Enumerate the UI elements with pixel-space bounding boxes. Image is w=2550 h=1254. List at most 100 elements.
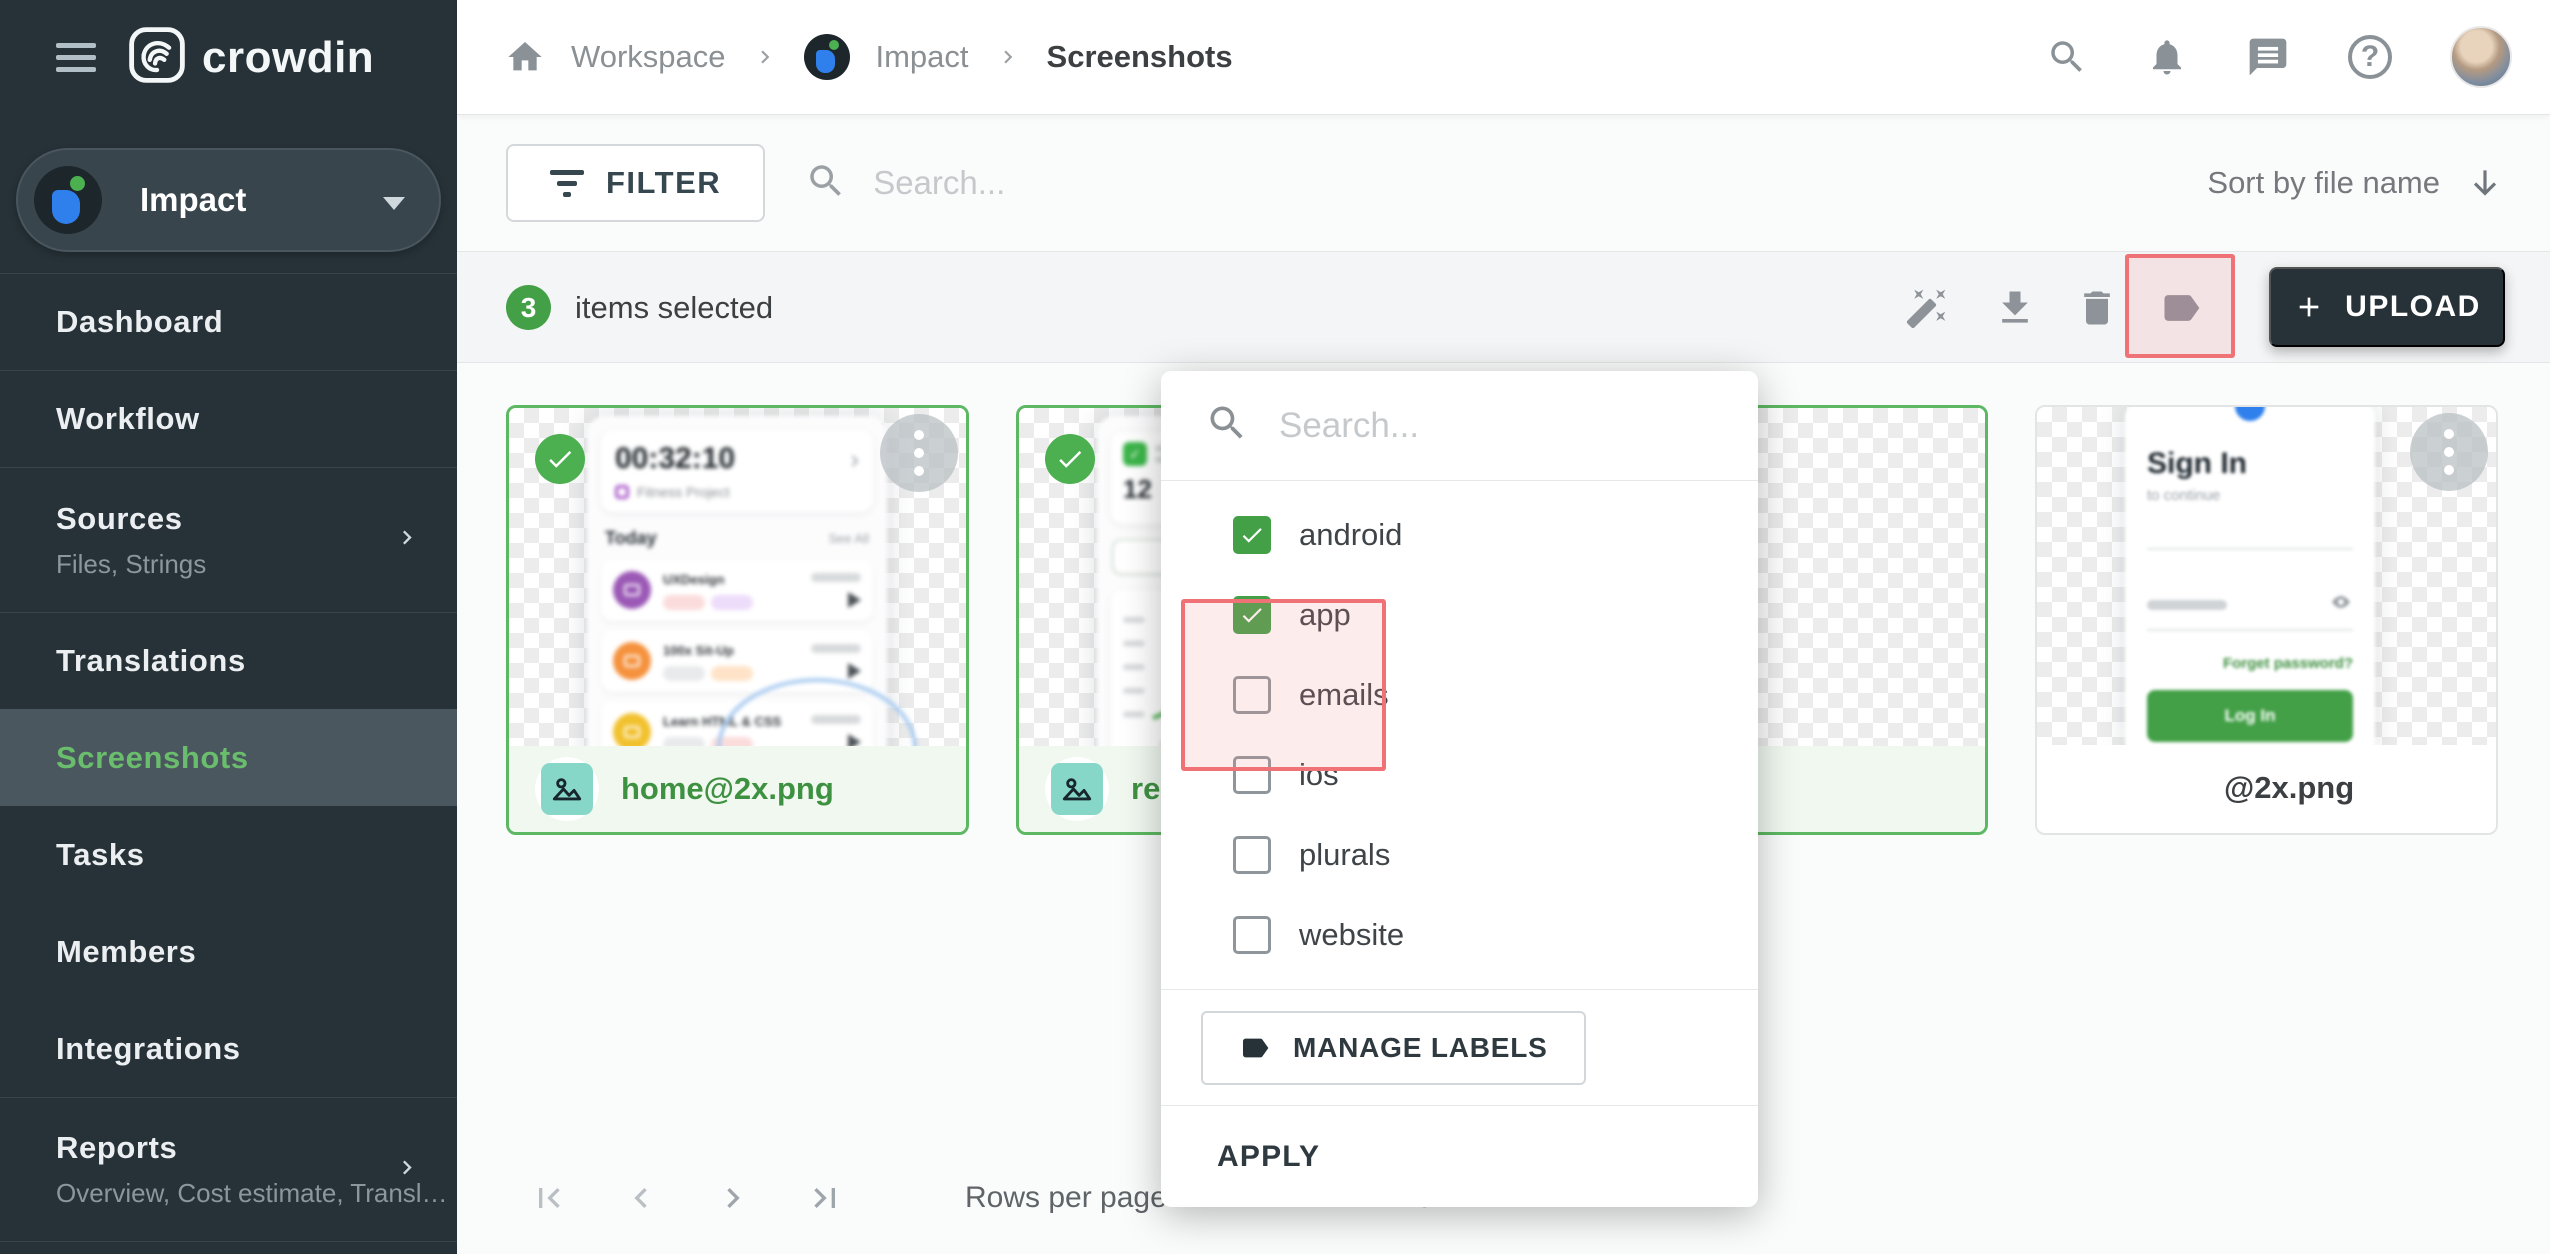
breadcrumb-project[interactable]: Impact: [876, 39, 969, 75]
crowdin-logo-text: crowdin: [202, 33, 374, 83]
card-footer: home@2x.png: [509, 746, 966, 832]
label-option-plurals[interactable]: plurals: [1161, 815, 1758, 895]
crowdin-logo[interactable]: crowdin: [128, 26, 374, 89]
chevron-right-icon: [995, 44, 1021, 70]
filter-button[interactable]: FILTER: [506, 144, 765, 222]
card-menu-icon[interactable]: [2410, 413, 2488, 491]
preview-section-title: Today: [605, 528, 657, 549]
search-input[interactable]: [873, 164, 1493, 202]
checkbox-unchecked-icon[interactable]: [1233, 756, 1271, 794]
screenshot-filename[interactable]: @2x.png: [2224, 770, 2354, 806]
label-option-app[interactable]: app: [1161, 575, 1758, 655]
breadcrumb: Workspace Impact Screenshots: [505, 34, 1233, 80]
hamburger-menu-icon[interactable]: [56, 43, 96, 72]
preview-login-button: Log In: [2147, 690, 2353, 742]
label-tag-icon[interactable]: [2159, 286, 2203, 330]
delete-trash-icon[interactable]: [2075, 286, 2119, 330]
preview-phone-signin: Sign In to continue Forget password? Log…: [2125, 407, 2375, 745]
apply-button[interactable]: APPLY: [1217, 1140, 1320, 1174]
arrow-down-icon: [2466, 164, 2504, 202]
sidebar-item-workflow[interactable]: Workflow: [0, 370, 457, 467]
messages-icon[interactable]: [2246, 35, 2290, 79]
sidebar-item-translations[interactable]: Translations: [0, 612, 457, 709]
sidebar-item-integrations[interactable]: Integrations: [0, 1000, 457, 1097]
checkbox-unchecked-icon[interactable]: [1233, 676, 1271, 714]
next-page-icon[interactable]: [711, 1176, 755, 1220]
breadcrumb-workspace[interactable]: Workspace: [571, 39, 726, 75]
home-icon[interactable]: [505, 37, 545, 77]
sort-label: Sort by file name: [2207, 165, 2440, 201]
label-option-website[interactable]: website: [1161, 895, 1758, 975]
selected-count-badge: 3: [506, 285, 551, 330]
checkbox-unchecked-icon[interactable]: [1233, 836, 1271, 874]
search-icon: [1205, 401, 1249, 450]
label-option-android[interactable]: android: [1161, 495, 1758, 575]
notifications-bell-icon[interactable]: [2146, 36, 2188, 78]
preview-project-name: Fitness Project: [637, 484, 730, 500]
chevron-right-icon: [393, 1153, 421, 1186]
breadcrumb-current: Screenshots: [1047, 39, 1233, 75]
upload-button[interactable]: UPLOAD: [2269, 267, 2505, 347]
sidebar-item-dashboard[interactable]: Dashboard: [0, 273, 457, 370]
checkbox-unchecked-icon[interactable]: [1233, 916, 1271, 954]
label-search-input[interactable]: [1279, 406, 1679, 446]
preview-signin-subtitle: to continue: [2147, 487, 2353, 504]
checkbox-checked-icon[interactable]: [1233, 596, 1271, 634]
first-page-icon[interactable]: [527, 1176, 571, 1220]
image-file-icon: [1045, 757, 1109, 821]
user-avatar[interactable]: [2450, 26, 2512, 88]
filter-row: FILTER Sort by file name: [457, 115, 2550, 252]
filter-icon: [550, 170, 584, 197]
sidebar-item-tasks[interactable]: Tasks: [0, 806, 457, 903]
last-page-icon[interactable]: [803, 1176, 847, 1220]
chevron-right-icon: ›: [850, 444, 859, 475]
apply-row: APPLY: [1161, 1105, 1758, 1207]
rows-per-page-label: Rows per page:: [965, 1181, 1175, 1215]
card-footer: @2x.png: [2037, 745, 2496, 831]
auto-tag-wand-icon[interactable]: [1905, 286, 1949, 330]
preview-timer: 00:32:10: [615, 442, 735, 476]
screenshot-preview: Sign In to continue Forget password? Log…: [2037, 407, 2496, 745]
search-icon: [805, 160, 847, 207]
checkbox-checked-icon[interactable]: [1233, 516, 1271, 554]
manage-labels-row: MANAGE LABELS: [1161, 989, 1758, 1105]
sidebar-item-members[interactable]: Members: [0, 903, 457, 1000]
sidebar-nav: Dashboard Workflow Sources Files, String…: [0, 273, 457, 1242]
selected-check-icon[interactable]: [535, 434, 585, 484]
manage-labels-button[interactable]: MANAGE LABELS: [1201, 1011, 1586, 1085]
topbar: Workspace Impact Screenshots ?: [457, 0, 2550, 115]
project-avatar: [34, 166, 102, 234]
preview-see-all: See All: [829, 531, 869, 546]
selected-check-icon[interactable]: [1045, 434, 1095, 484]
dropdown-search: [1161, 371, 1758, 481]
help-icon[interactable]: ?: [2348, 35, 2392, 79]
crowdin-app: crowdin Impact Dashboard Workflow Source…: [0, 0, 2550, 1254]
chevron-right-icon: [752, 44, 778, 70]
sidebar-item-screenshots[interactable]: Screenshots: [0, 709, 457, 806]
topbar-icons: ?: [2046, 26, 2512, 88]
screenshot-card-home[interactable]: 00:32:10 › Fitness Project Today See All…: [506, 405, 969, 835]
crowdin-logo-icon: [128, 26, 186, 89]
screenshot-search: [805, 160, 1493, 207]
label-option-ios[interactable]: ios: [1161, 735, 1758, 815]
label-option-emails[interactable]: emails: [1161, 655, 1758, 735]
label-options-list: android app emails ios plurals: [1161, 481, 1758, 989]
selected-count-label: items selected: [575, 290, 773, 326]
download-icon[interactable]: [1993, 286, 2037, 330]
eye-icon: [2329, 590, 2353, 619]
sidebar-item-sources[interactable]: Sources Files, Strings: [0, 467, 457, 612]
sort-control[interactable]: Sort by file name: [2207, 164, 2504, 202]
screenshot-card-signin[interactable]: Sign In to continue Forget password? Log…: [2035, 405, 2498, 835]
project-selector[interactable]: Impact: [16, 148, 441, 252]
preview-signin-title: Sign In: [2147, 447, 2353, 481]
screenshot-filename[interactable]: home@2x.png: [621, 771, 834, 807]
breadcrumb-project-avatar: [804, 34, 850, 80]
previous-page-icon[interactable]: [619, 1176, 663, 1220]
preview-task-row: UXDesign: [601, 559, 873, 621]
project-name: Impact: [140, 181, 246, 219]
label-filter-dropdown: android app emails ios plurals: [1161, 371, 1758, 1207]
card-menu-icon[interactable]: [880, 414, 958, 492]
sidebar-item-reports[interactable]: Reports Overview, Cost estimate, Transl…: [0, 1097, 457, 1242]
screenshot-preview: 00:32:10 › Fitness Project Today See All…: [509, 408, 966, 746]
search-icon[interactable]: [2046, 36, 2088, 78]
